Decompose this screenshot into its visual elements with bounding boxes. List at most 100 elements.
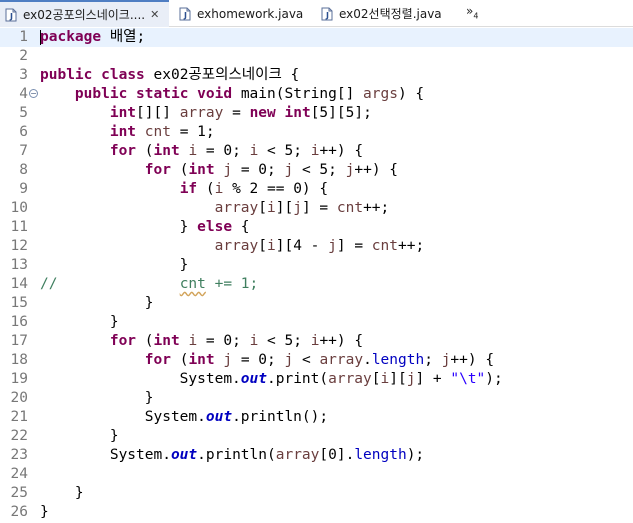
code-token: ex02공포의스네이크 { (144, 67, 300, 83)
code-token: int (188, 162, 215, 178)
code-token: int (109, 105, 137, 121)
code-text: array[i][j] = cnt++; (40, 199, 390, 218)
close-icon[interactable]: ✕ (150, 8, 159, 21)
line-number: 1 (19, 29, 28, 45)
line-number: 24 (10, 466, 28, 482)
code-text: } (40, 503, 49, 522)
code-line[interactable]: 21 System.out.println(); (0, 408, 633, 427)
line-number: 21 (10, 409, 28, 425)
code-token: int (284, 105, 311, 121)
code-line[interactable]: 17 for (int i = 0; i < 5; i++) { (0, 332, 633, 351)
code-token: < 5; (293, 162, 346, 178)
overflow-count: 4 (473, 11, 479, 21)
code-token: } (40, 295, 154, 311)
code-line[interactable]: 26} (0, 503, 633, 522)
tab-exhomework[interactable]: J exhomework.java (174, 0, 314, 27)
code-token: < 5; (258, 333, 311, 349)
line-number: 18 (10, 352, 28, 368)
code-line[interactable]: 18 for (int j = 0; j < array.length; j++… (0, 351, 633, 370)
code-token: i (249, 333, 259, 349)
code-token: array (214, 200, 259, 216)
code-token: ( (170, 162, 189, 178)
code-token: array (275, 447, 320, 463)
code-line[interactable]: 1 package 배열; (0, 28, 633, 47)
code-line[interactable]: 19 System.out.print(array[i][j] + "\t"); (0, 370, 633, 389)
code-token: cnt (371, 238, 398, 254)
code-token: ] + (415, 371, 451, 387)
code-token: i (188, 143, 198, 159)
line-number: 12 (10, 238, 28, 254)
code-token: array (179, 105, 224, 121)
code-token: .print( (267, 371, 329, 387)
code-token: new (249, 105, 276, 121)
code-token: ( (136, 143, 154, 159)
code-token: [ (258, 200, 267, 216)
line-number: 4 (19, 86, 28, 102)
code-text: System.out.println(); (40, 408, 328, 427)
code-token: ++) { (319, 333, 364, 349)
code-token: } (40, 390, 154, 406)
code-line[interactable]: 2 (0, 47, 633, 66)
code-token: i (267, 200, 276, 216)
code-line[interactable]: 10 array[i][j] = cnt++; (0, 199, 633, 218)
line-number: 23 (10, 447, 28, 463)
code-token: public (40, 67, 93, 83)
tab-overflow-button[interactable]: »4 (466, 4, 478, 20)
code-text: for (int j = 0; j < 5; j++) { (40, 161, 398, 180)
code-line[interactable]: 22 } (0, 427, 633, 446)
code-token: cnt (336, 200, 364, 216)
code-token: = 1; (170, 124, 215, 140)
code-token: int (153, 333, 180, 349)
code-token: < 5; (258, 143, 311, 159)
code-text: array[i][4 - j] = cnt++; (40, 237, 425, 256)
code-line[interactable]: 4− public static void main(String[] args… (0, 85, 633, 104)
code-token: array (214, 238, 259, 254)
code-editor[interactable]: 1 package 배열; 2 3 public class ex02공포의스네이크 {… (0, 27, 633, 523)
text-caret (40, 30, 41, 45)
code-token: ][ (275, 200, 294, 216)
code-line[interactable]: 7 for (int i = 0; i < 5; i++) { (0, 142, 633, 161)
code-token: package (40, 29, 102, 45)
code-token: ++; (397, 238, 425, 254)
code-line[interactable]: 23 System.out.println(array[0].length); (0, 446, 633, 465)
code-token: = 0; (232, 162, 285, 178)
code-line[interactable]: 8 for (int j = 0; j < 5; j++) { (0, 161, 633, 180)
code-token: public (74, 86, 128, 102)
tab-ex02-selection-sort[interactable]: J ex02선택정렬.java (316, 0, 462, 27)
code-line[interactable]: 14 // cnt += 1; (0, 275, 633, 294)
code-text: int[][] array = new int[5][5]; (40, 104, 372, 123)
code-line[interactable]: 25 } (0, 484, 633, 503)
code-token: class (101, 67, 145, 83)
code-token: j (328, 238, 337, 254)
code-token: ] = (301, 200, 337, 216)
code-line[interactable]: 20 } (0, 389, 633, 408)
editor-tab-bar: J ex02공포의스네이크.... ✕ J exhomework.java J … (0, 0, 633, 27)
code-line[interactable]: 9 if (i % 2 == 0) { (0, 180, 633, 199)
code-text: public static void main(String[] args) { (40, 85, 424, 104)
code-token: = 0; (197, 333, 250, 349)
code-text: for (int i = 0; i < 5; i++) { (40, 142, 363, 161)
line-number: 2 (19, 48, 28, 64)
code-line[interactable]: 15 } (0, 294, 633, 313)
java-file-icon: J (321, 7, 333, 20)
code-token: ][4 - (275, 238, 329, 254)
code-line[interactable]: 5 int[][] array = new int[5][5]; (0, 104, 633, 123)
code-line[interactable]: 6 int cnt = 1; (0, 123, 633, 142)
code-token: int (109, 124, 137, 140)
line-number: 26 (10, 504, 28, 520)
code-token: // (40, 276, 180, 292)
code-text: } (40, 256, 189, 275)
code-token: [ (258, 238, 267, 254)
code-line[interactable]: 3 public class ex02공포의스네이크 { (0, 66, 633, 85)
code-line[interactable]: 12 array[i][4 - j] = cnt++; (0, 237, 633, 256)
fold-collapse-icon[interactable]: − (29, 89, 38, 98)
tab-ex02-snake[interactable]: J ex02공포의스네이크.... ✕ (0, 0, 169, 27)
code-line[interactable]: 24 (0, 465, 633, 484)
code-line[interactable]: 11 } else { (0, 218, 633, 237)
code-token: System. (40, 371, 241, 387)
code-line[interactable]: 13 } (0, 256, 633, 275)
code-line[interactable]: 16 } (0, 313, 633, 332)
